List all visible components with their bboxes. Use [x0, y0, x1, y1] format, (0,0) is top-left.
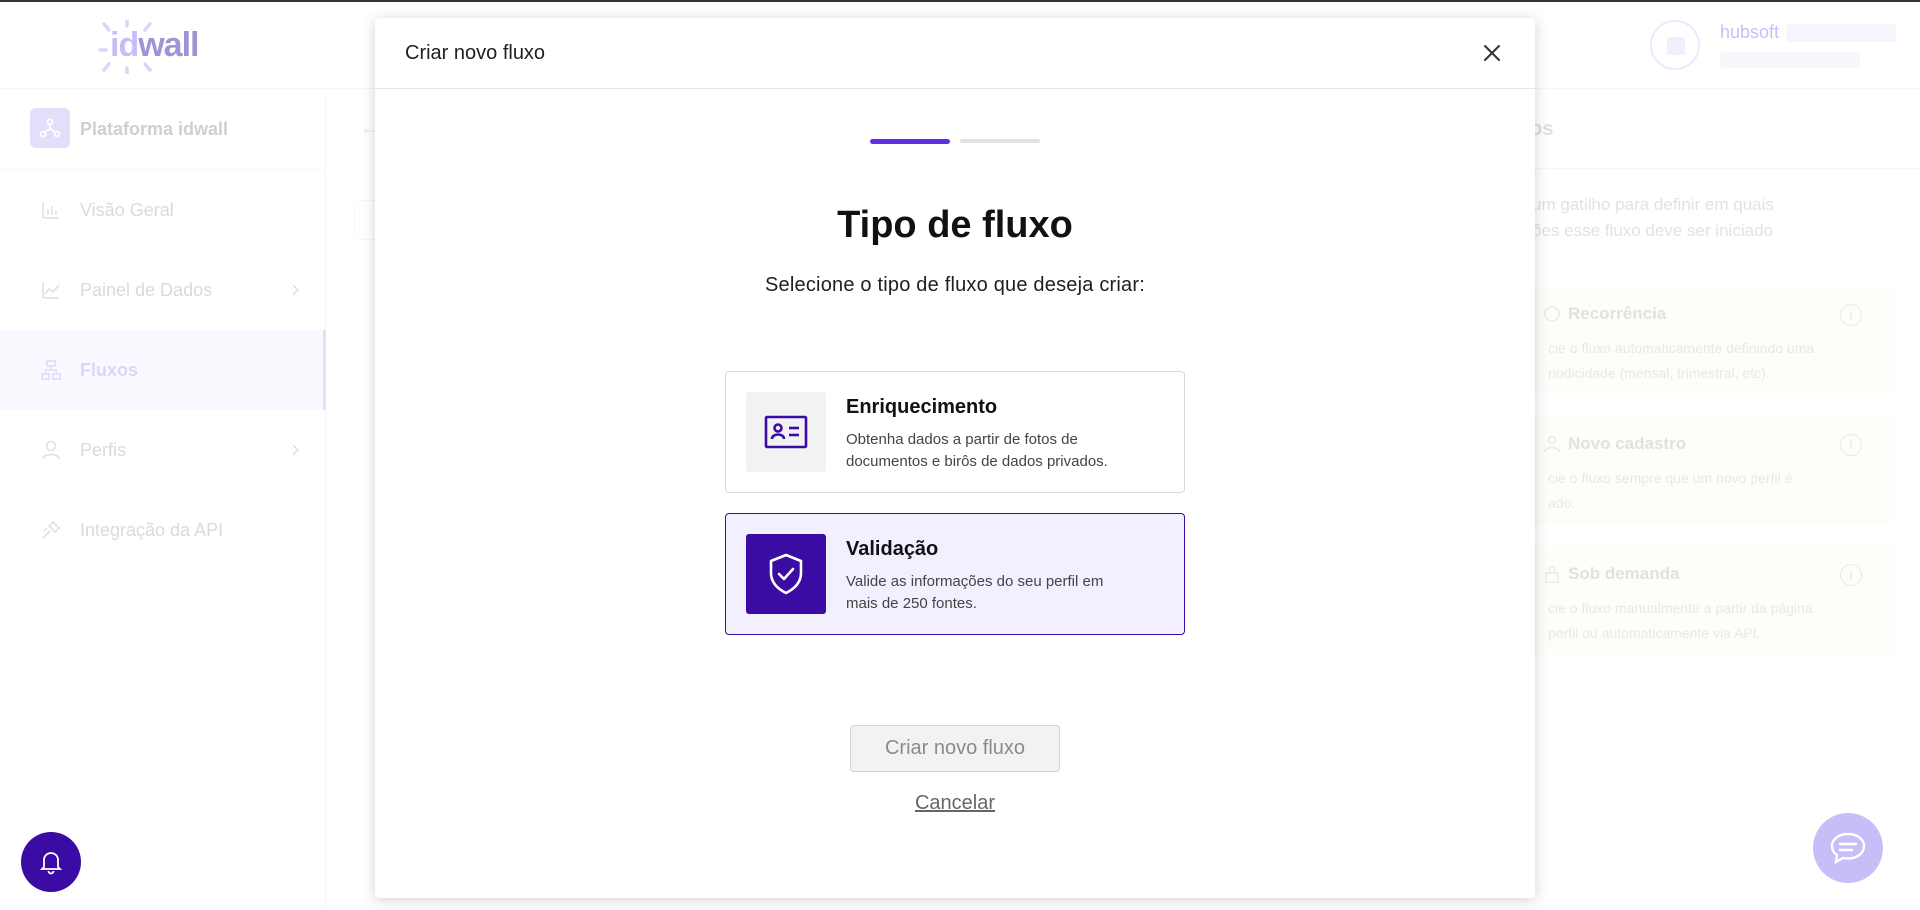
page-title: Tipo de fluxo [837, 204, 1073, 246]
window-top-border [0, 0, 1920, 2]
modal-title: Criar novo fluxo [405, 42, 546, 64]
step-progress [870, 139, 1040, 144]
create-flow-button[interactable]: Criar novo fluxo [850, 725, 1060, 772]
bell-icon [39, 852, 63, 875]
option-enriquecimento[interactable]: Enriquecimento Obtenha dados a partir de… [725, 371, 1185, 493]
chat-bubble-icon [1830, 832, 1866, 865]
cancel-container: Cancelar [375, 792, 1535, 815]
notifications-button[interactable] [21, 832, 81, 892]
page-subtitle: Selecione o tipo de fluxo que deseja cri… [765, 274, 1145, 296]
option-icon-box [746, 392, 826, 472]
option-validacao[interactable]: Validação Valide as informações do seu p… [725, 513, 1185, 635]
modal-header: Criar novo fluxo [375, 18, 1535, 89]
option-description-line: documentos e birôs de dados privados. [846, 453, 1108, 470]
shield-check-icon [769, 553, 803, 595]
cancel-link[interactable]: Cancelar [915, 792, 995, 814]
chat-button[interactable] [1813, 813, 1883, 883]
option-description-line: Obtenha dados a partir de fotos de [846, 431, 1078, 448]
option-description: Valide as informações do seu perfil em m… [846, 571, 1166, 615]
id-card-icon [764, 415, 808, 449]
step-indicator-inactive [960, 139, 1040, 143]
step-indicator-active [870, 139, 950, 144]
option-title: Validação [846, 538, 939, 560]
option-description-line: mais de 250 fontes. [846, 595, 977, 612]
option-title: Enriquecimento [846, 396, 998, 418]
close-icon[interactable] [1479, 40, 1505, 66]
option-description-line: Valide as informações do seu perfil em [846, 573, 1104, 590]
create-flow-modal: Criar novo fluxo Tipo de fluxo Selecione… [375, 18, 1535, 898]
option-description: Obtenha dados a partir de fotos de docum… [846, 429, 1166, 473]
option-icon-box [746, 534, 826, 614]
